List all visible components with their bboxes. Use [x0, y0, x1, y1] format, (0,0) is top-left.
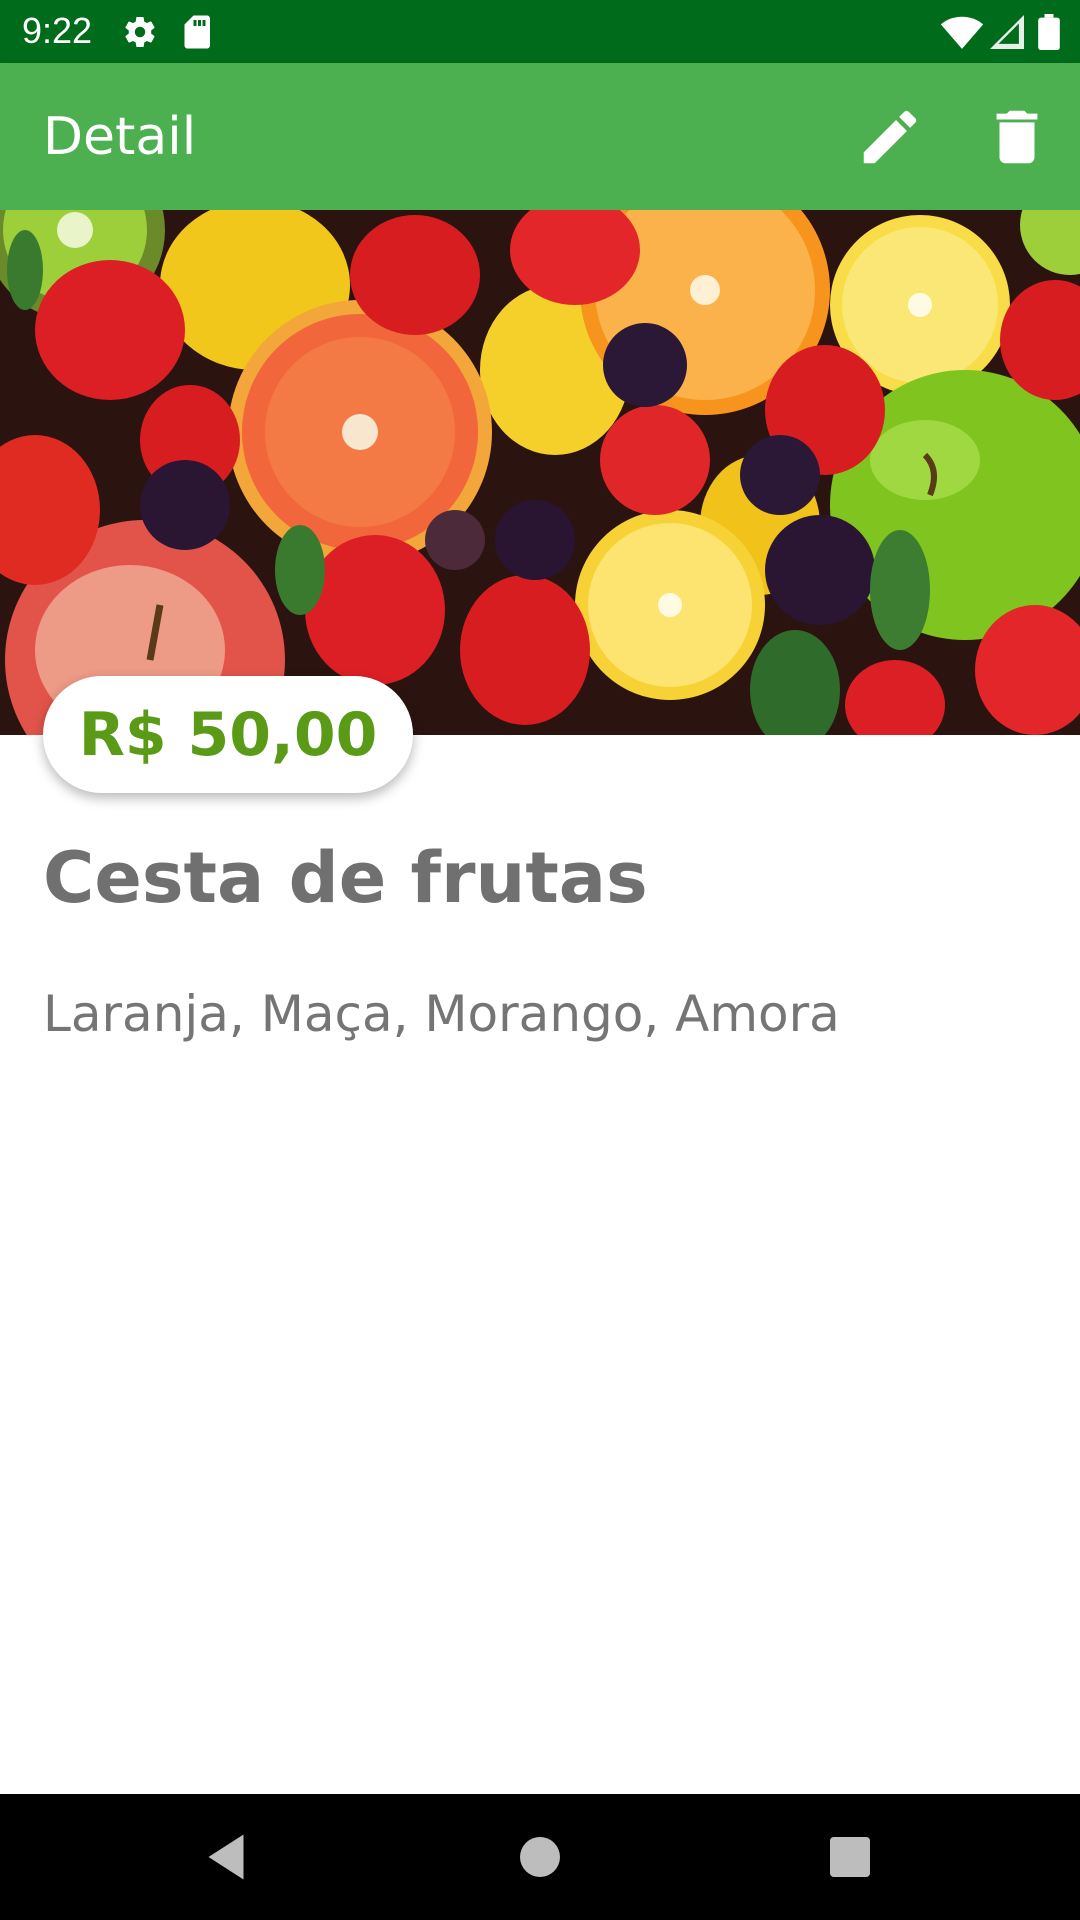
delete-button[interactable] [982, 102, 1052, 172]
system-nav-bar [0, 1794, 1080, 1920]
page-title: Detail [43, 107, 197, 167]
signal-icon [990, 15, 1024, 49]
status-time: 9:22 [22, 10, 93, 51]
settings-icon [125, 17, 155, 48]
product-price: R$ 50,00 [78, 699, 378, 770]
fruits-image [0, 210, 1080, 735]
home-button[interactable] [510, 1827, 570, 1887]
battery-icon [1038, 14, 1060, 50]
status-bar: 9:22 [0, 0, 1080, 63]
edit-button[interactable] [855, 102, 925, 172]
back-icon [208, 1834, 244, 1880]
price-badge: R$ 50,00 [43, 676, 413, 793]
product-description: Laranja, Maça, Morango, Amora [43, 985, 840, 1043]
edit-icon [863, 110, 917, 164]
recents-icon [830, 1837, 870, 1877]
home-icon [520, 1837, 560, 1877]
recents-button[interactable] [820, 1827, 880, 1887]
sd-card-icon [184, 15, 210, 49]
app-bar: Detail [0, 63, 1080, 210]
back-button[interactable] [196, 1827, 256, 1887]
delete-icon [996, 110, 1038, 164]
wifi-icon [940, 16, 984, 49]
product-name: Cesta de frutas [43, 837, 648, 919]
product-image [0, 210, 1080, 735]
